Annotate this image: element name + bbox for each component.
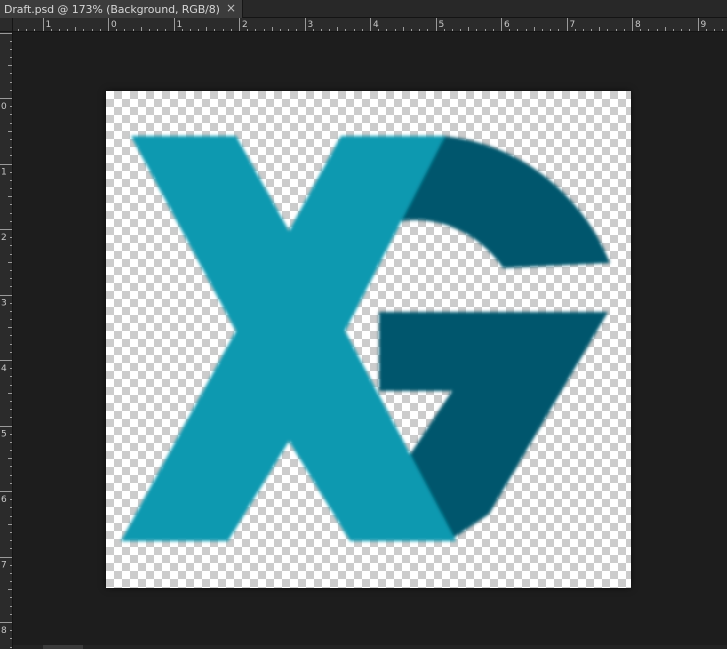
ruler-label: 4 bbox=[373, 20, 379, 30]
ruler-label: 1 bbox=[177, 20, 183, 30]
xg-logo-artwork bbox=[121, 136, 610, 541]
document-tab-title: Draft.psd @ 173% (Background, RGB/8) bbox=[4, 2, 220, 16]
ruler-label: 7 bbox=[1, 561, 7, 571]
ruler-label: 7 bbox=[570, 20, 576, 30]
ruler-label: 5 bbox=[1, 430, 7, 440]
ruler-label: 6 bbox=[504, 20, 510, 30]
ruler-label: 1 bbox=[1, 168, 7, 178]
horizontal-ruler[interactable]: 1 0 1 2 3 4 5 6 7 8 9 bbox=[13, 18, 727, 32]
ruler-label: 8 bbox=[1, 626, 7, 636]
ruler-label: 3 bbox=[1, 299, 7, 309]
workspace[interactable] bbox=[13, 32, 727, 649]
ruler-label: 6 bbox=[1, 495, 7, 505]
ruler-label: 2 bbox=[1, 233, 7, 243]
ruler-label: 0 bbox=[111, 20, 117, 30]
ruler-label: 1 bbox=[46, 20, 52, 30]
ruler-label: 5 bbox=[439, 20, 445, 30]
ruler-label: 3 bbox=[308, 20, 314, 30]
horizontal-scrollbar[interactable] bbox=[13, 645, 727, 649]
close-icon[interactable]: × bbox=[226, 1, 236, 15]
document-tab-bar: Draft.psd @ 173% (Background, RGB/8) × bbox=[0, 0, 727, 18]
ruler-label: 2 bbox=[242, 20, 248, 30]
ruler-label: 4 bbox=[1, 364, 7, 374]
ruler-label: 0 bbox=[1, 102, 7, 112]
vertical-ruler[interactable]: 0 1 2 3 4 5 6 7 8 bbox=[0, 32, 13, 649]
scrollbar-thumb[interactable] bbox=[43, 645, 83, 649]
ruler-origin-corner[interactable] bbox=[0, 18, 13, 32]
ruler-label: 8 bbox=[635, 20, 641, 30]
document-tab[interactable]: Draft.psd @ 173% (Background, RGB/8) × bbox=[0, 0, 243, 18]
document-canvas[interactable] bbox=[106, 91, 631, 588]
ruler-label: 9 bbox=[701, 20, 707, 30]
